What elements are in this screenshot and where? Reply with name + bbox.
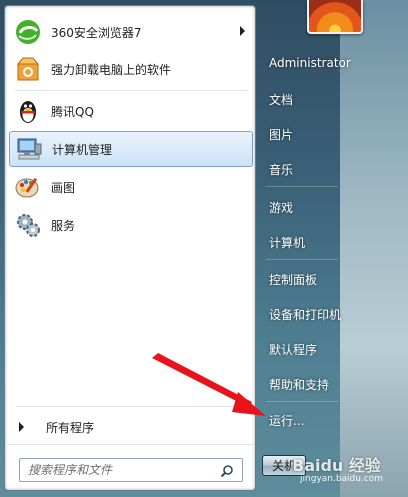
user-picture[interactable] [307, 0, 363, 34]
start-menu-programs-pane: 360安全浏览器7 强力卸载电脑上的软件 腾讯QQ 计算机管理 画图 服务 所有… [4, 5, 256, 491]
divider [266, 401, 338, 402]
program-tencent-qq[interactable]: 腾讯QQ [9, 93, 253, 129]
divider [5, 444, 255, 445]
games-link[interactable]: 游戏 [269, 199, 293, 216]
devices-printers-link[interactable]: 设备和打印机 [269, 306, 341, 323]
run-link[interactable]: 运行... [269, 412, 304, 429]
divider [266, 186, 338, 187]
pictures-link[interactable]: 图片 [269, 126, 293, 143]
divider [15, 90, 247, 91]
divider [15, 406, 247, 407]
program-label: 画图 [51, 180, 76, 195]
program-paint[interactable]: 画图 [9, 169, 253, 205]
program-label: 服务 [51, 218, 76, 233]
search-icon[interactable] [220, 463, 234, 482]
submenu-arrow-icon[interactable] [240, 26, 245, 36]
help-support-link[interactable]: 帮助和支持 [269, 376, 329, 393]
search-input[interactable] [28, 460, 218, 480]
music-link[interactable]: 音乐 [269, 161, 293, 178]
watermark-url: jingyan.baidu.com [300, 474, 384, 484]
expand-arrow-icon [19, 422, 24, 432]
browser-360-icon [12, 16, 44, 48]
services-gears-icon [12, 209, 44, 241]
computer-link[interactable]: 计算机 [269, 234, 305, 251]
program-uninstaller[interactable]: 强力卸载电脑上的软件 [9, 51, 253, 87]
uninstall-box-icon [12, 53, 44, 85]
search-box[interactable] [19, 458, 243, 482]
documents-link[interactable]: 文档 [269, 91, 293, 108]
program-computer-management[interactable]: 计算机管理 [9, 131, 253, 167]
watermark-logo: Baidu 经验 [292, 456, 381, 475]
desktop-background [340, 0, 408, 497]
program-label: 计算机管理 [52, 142, 113, 157]
program-360-browser[interactable]: 360安全浏览器7 [9, 14, 253, 50]
divider [266, 259, 338, 260]
all-programs-label: 所有程序 [46, 420, 95, 435]
program-services[interactable]: 服务 [9, 207, 253, 243]
paint-palette-icon [12, 171, 44, 203]
program-label: 360安全浏览器7 [51, 25, 142, 40]
program-label: 强力卸载电脑上的软件 [51, 62, 172, 77]
control-panel-link[interactable]: 控制面板 [269, 271, 317, 288]
computer-management-icon [13, 133, 45, 165]
user-name-link[interactable]: Administrator [269, 56, 351, 70]
program-label: 腾讯QQ [51, 104, 94, 119]
qq-penguin-icon [12, 95, 44, 127]
all-programs-button[interactable]: 所有程序 [9, 416, 253, 438]
default-programs-link[interactable]: 默认程序 [269, 341, 317, 358]
